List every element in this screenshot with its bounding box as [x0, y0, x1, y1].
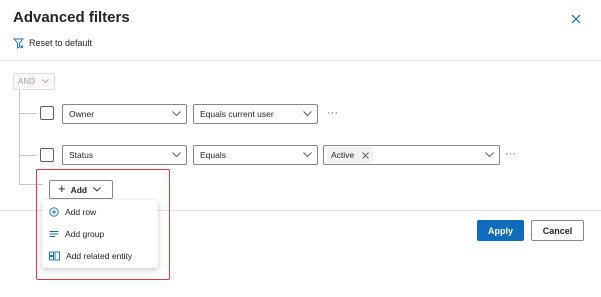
chevron-down-icon — [93, 187, 101, 192]
header-divider — [0, 60, 601, 61]
tree-connector-add — [19, 184, 43, 185]
chevron-down-icon — [303, 152, 312, 158]
group-operator-label: AND — [18, 77, 35, 86]
chevron-down-icon — [42, 79, 49, 84]
tree-connector-vertical — [19, 90, 20, 184]
related-entity-icon — [49, 251, 60, 261]
chevron-down-icon — [303, 111, 312, 117]
close-button[interactable] — [568, 11, 584, 27]
apply-button[interactable]: Apply — [477, 220, 524, 241]
row-2-field-value: Status — [69, 150, 94, 160]
value-tag-label: Active — [331, 150, 355, 160]
close-icon — [362, 151, 369, 159]
menu-item-label: Add row — [65, 207, 97, 217]
row-2-operator-value: Equals — [200, 150, 226, 160]
add-menu: Add row Add group Add related entity — [42, 200, 158, 268]
menu-item-add-related-entity[interactable]: Add related entity — [42, 246, 158, 266]
row-1-more-options-button[interactable]: ··· — [327, 108, 338, 119]
reset-label: Reset to default — [29, 38, 93, 48]
remove-tag-button[interactable] — [362, 151, 369, 159]
close-icon — [571, 14, 581, 24]
menu-item-add-row[interactable]: Add row — [42, 202, 158, 222]
chevron-down-icon — [485, 152, 494, 158]
reset-to-default-button[interactable]: Reset to default — [13, 36, 92, 50]
row-2-operator-dropdown[interactable]: Equals — [193, 145, 318, 165]
row-2-checkbox[interactable] — [40, 148, 54, 162]
advanced-filters-dialog: Advanced filters Reset to default AND Ow… — [0, 0, 601, 297]
menu-item-label: Add related entity — [66, 251, 133, 261]
add-label: Add — [70, 184, 88, 195]
chevron-down-icon — [172, 111, 181, 117]
chevron-down-icon — [172, 152, 181, 158]
row-2-more-options-button[interactable]: ··· — [505, 149, 516, 160]
row-1-field-value: Owner — [69, 109, 95, 119]
row-1-operator-dropdown[interactable]: Equals current user — [193, 104, 318, 124]
row-1-checkbox[interactable] — [40, 106, 54, 120]
menu-item-add-group[interactable]: Add group — [42, 224, 158, 244]
filter-reset-icon — [13, 38, 24, 49]
tree-connector-row-2 — [19, 155, 37, 156]
row-2-field-dropdown[interactable]: Status — [62, 145, 187, 165]
cancel-button[interactable]: Cancel — [531, 220, 584, 241]
tree-connector-row-1 — [19, 113, 37, 114]
dialog-title: Advanced filters — [13, 9, 130, 26]
plus-icon: + — [58, 181, 66, 196]
group-operator-dropdown[interactable]: AND — [13, 73, 55, 90]
plus-circle-icon — [49, 207, 59, 217]
menu-item-label: Add group — [65, 229, 105, 239]
row-1-field-dropdown[interactable]: Owner — [62, 104, 187, 124]
group-lines-icon — [49, 231, 59, 237]
add-button[interactable]: + Add — [49, 180, 113, 199]
row-1-operator-value: Equals current user — [200, 109, 274, 119]
value-tag-active: Active — [327, 147, 374, 163]
